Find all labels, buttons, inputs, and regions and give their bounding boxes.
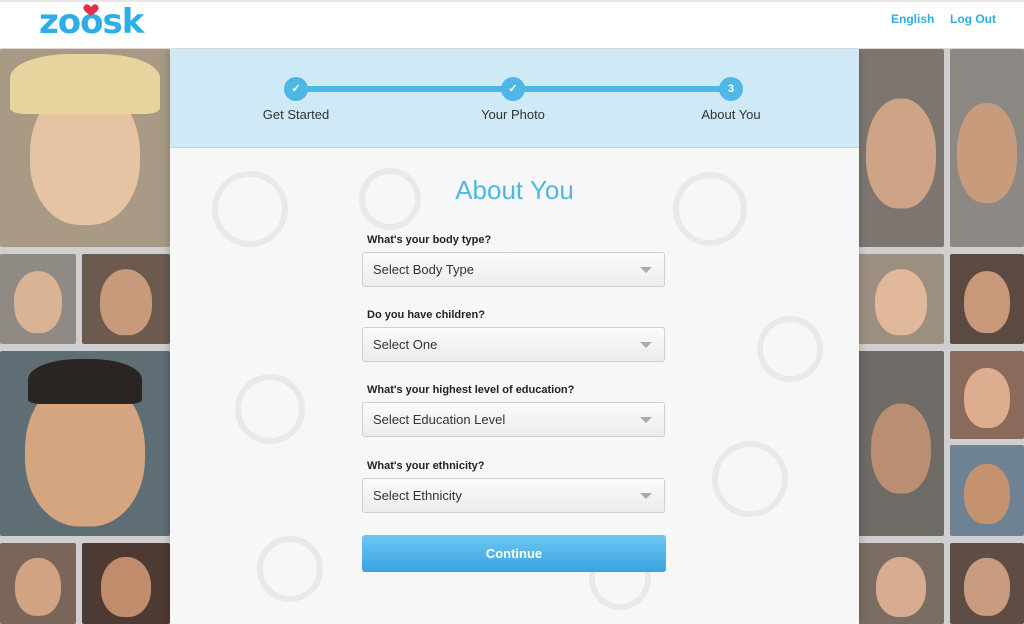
photo-tile <box>950 254 1024 344</box>
chevron-down-icon <box>640 417 652 423</box>
children-value: Select One <box>373 337 438 352</box>
education-value: Select Education Level <box>373 412 506 427</box>
progress-steps: ✓ Get Started ✓ Your Photo 3 About You <box>170 49 859 148</box>
photo-tile <box>0 254 76 344</box>
body-type-value: Select Body Type <box>373 262 474 277</box>
zoosk-logo[interactable]: zoosk <box>39 4 144 40</box>
ethnicity-value: Select Ethnicity <box>373 488 462 503</box>
page-title: About You <box>455 175 574 205</box>
photo-tile <box>950 543 1024 624</box>
education-select[interactable]: Select Education Level <box>362 402 665 437</box>
language-link[interactable]: English <box>891 12 934 26</box>
children-select[interactable]: Select One <box>362 327 665 362</box>
chevron-down-icon <box>640 342 652 348</box>
children-label: Do you have children? <box>367 309 485 321</box>
photo-tile <box>0 351 170 536</box>
photo-tile <box>858 543 944 624</box>
signup-card: ✓ Get Started ✓ Your Photo 3 About You A… <box>170 49 859 624</box>
step-label-about-you: About You <box>701 107 761 122</box>
photo-tile <box>82 254 170 344</box>
chevron-down-icon <box>640 493 652 499</box>
step-label-your-photo: Your Photo <box>481 107 545 122</box>
photo-tile <box>82 543 170 624</box>
logout-link[interactable]: Log Out <box>950 12 996 26</box>
photo-tile <box>0 49 170 247</box>
body-type-label: What's your body type? <box>367 234 492 246</box>
body-type-select[interactable]: Select Body Type <box>362 252 665 287</box>
education-label: What's your highest level of education? <box>367 384 575 396</box>
background-photo-mosaic-left <box>0 49 170 624</box>
photo-tile <box>0 543 76 624</box>
background-photo-mosaic-right <box>858 49 1024 624</box>
top-bar: zoosk English Log Out <box>0 0 1024 49</box>
photo-tile <box>858 351 944 536</box>
step-complete-icon: ✓ <box>501 77 525 101</box>
ethnicity-label: What's your ethnicity? <box>367 460 485 472</box>
photo-tile <box>858 49 944 247</box>
photo-tile <box>950 49 1024 247</box>
photo-tile <box>950 445 1024 536</box>
step-complete-icon: ✓ <box>284 77 308 101</box>
photo-tile <box>950 351 1024 439</box>
ethnicity-select[interactable]: Select Ethnicity <box>362 478 665 513</box>
step-current-number: 3 <box>719 77 743 101</box>
photo-tile <box>858 254 944 344</box>
continue-button[interactable]: Continue <box>362 535 666 572</box>
heart-icon <box>83 4 99 16</box>
step-label-get-started: Get Started <box>262 107 330 122</box>
chevron-down-icon <box>640 267 652 273</box>
